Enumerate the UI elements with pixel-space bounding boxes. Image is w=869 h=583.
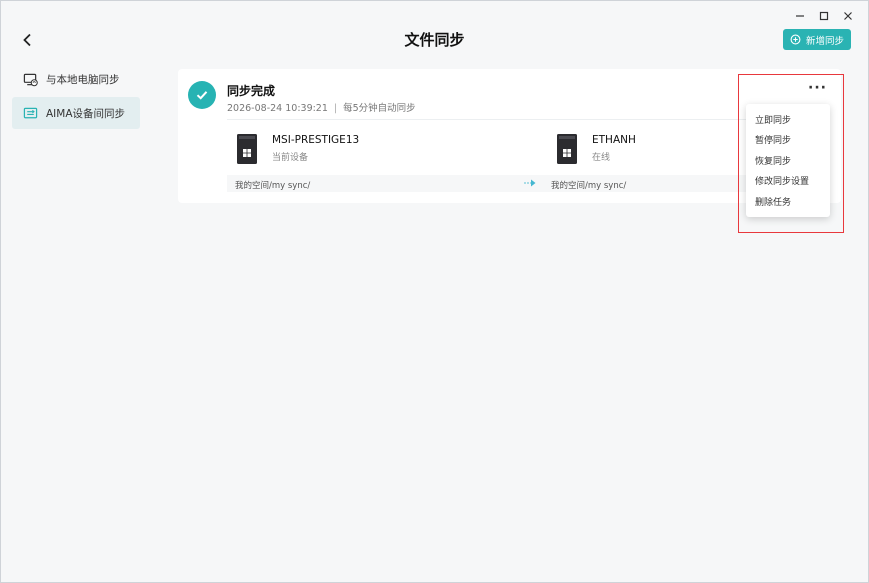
menu-item-delete-task[interactable]: 删除任务	[746, 191, 830, 212]
target-device-state: 在线	[592, 153, 611, 163]
sidebar-item-label: AIMA设备间同步	[46, 107, 126, 120]
more-options-button[interactable]: ···	[808, 81, 827, 95]
computer-sync-icon	[23, 73, 38, 86]
divider	[227, 119, 825, 120]
menu-item-resume-sync[interactable]: 恢复同步	[746, 150, 830, 171]
sync-path-row: 我的空间/my sync/ 我的空间/my sync/	[227, 175, 825, 192]
add-sync-button[interactable]: 新增同步	[782, 29, 851, 50]
chevron-left-icon	[23, 33, 31, 47]
maximize-icon[interactable]	[812, 7, 836, 25]
app-window: 文件同步 新增同步 与本地电脑同步 AIMA设备间同步 同步完成 2026-08…	[0, 0, 869, 583]
status-title: 同步完成	[227, 84, 276, 98]
close-icon[interactable]	[836, 7, 860, 25]
page-title: 文件同步	[404, 31, 465, 49]
window-controls	[788, 7, 860, 25]
sync-timestamp: 2026-08-24 10:39:21	[227, 103, 328, 114]
task-options-menu: 立即同步 暂停同步 恢复同步 修改同步设置 删除任务	[746, 104, 830, 217]
sync-schedule: 每5分钟自动同步	[343, 103, 416, 114]
arrow-right-icon	[524, 179, 536, 187]
sidebar-item-label: 与本地电脑同步	[46, 73, 120, 86]
source-path: 我的空间/my sync/	[235, 181, 311, 191]
source-device-state: 当前设备	[272, 153, 309, 163]
status-subtitle: 2026-08-24 10:39:21 | 每5分钟自动同步	[227, 100, 416, 114]
check-circle-icon	[188, 81, 216, 109]
menu-item-edit-settings[interactable]: 修改同步设置	[746, 171, 830, 192]
separator: |	[333, 103, 338, 114]
menu-item-sync-now[interactable]: 立即同步	[746, 109, 830, 130]
minimize-icon[interactable]	[788, 7, 812, 25]
source-device: MSI-PRESTIGE13 当前设备	[234, 133, 359, 165]
target-path: 我的空间/my sync/	[551, 181, 627, 191]
back-button[interactable]	[17, 31, 37, 49]
target-device: ETHANH 在线	[554, 133, 636, 165]
add-sync-icon	[790, 34, 801, 45]
source-device-name: MSI-PRESTIGE13	[272, 134, 360, 146]
menu-item-pause-sync[interactable]: 暂停同步	[746, 130, 830, 151]
add-sync-label: 新增同步	[805, 35, 844, 47]
sidebar-item-local-sync[interactable]: 与本地电脑同步	[12, 63, 140, 95]
desktop-pc-icon	[237, 134, 257, 164]
sidebar-item-device-sync[interactable]: AIMA设备间同步	[12, 97, 140, 129]
desktop-pc-icon	[557, 134, 577, 164]
target-device-name: ETHANH	[592, 134, 636, 146]
sidebar: 与本地电脑同步 AIMA设备间同步	[12, 63, 140, 131]
devices-sync-icon	[23, 107, 38, 118]
sync-task-card: 同步完成 2026-08-24 10:39:21 | 每5分钟自动同步 ··· MS…	[178, 69, 841, 203]
